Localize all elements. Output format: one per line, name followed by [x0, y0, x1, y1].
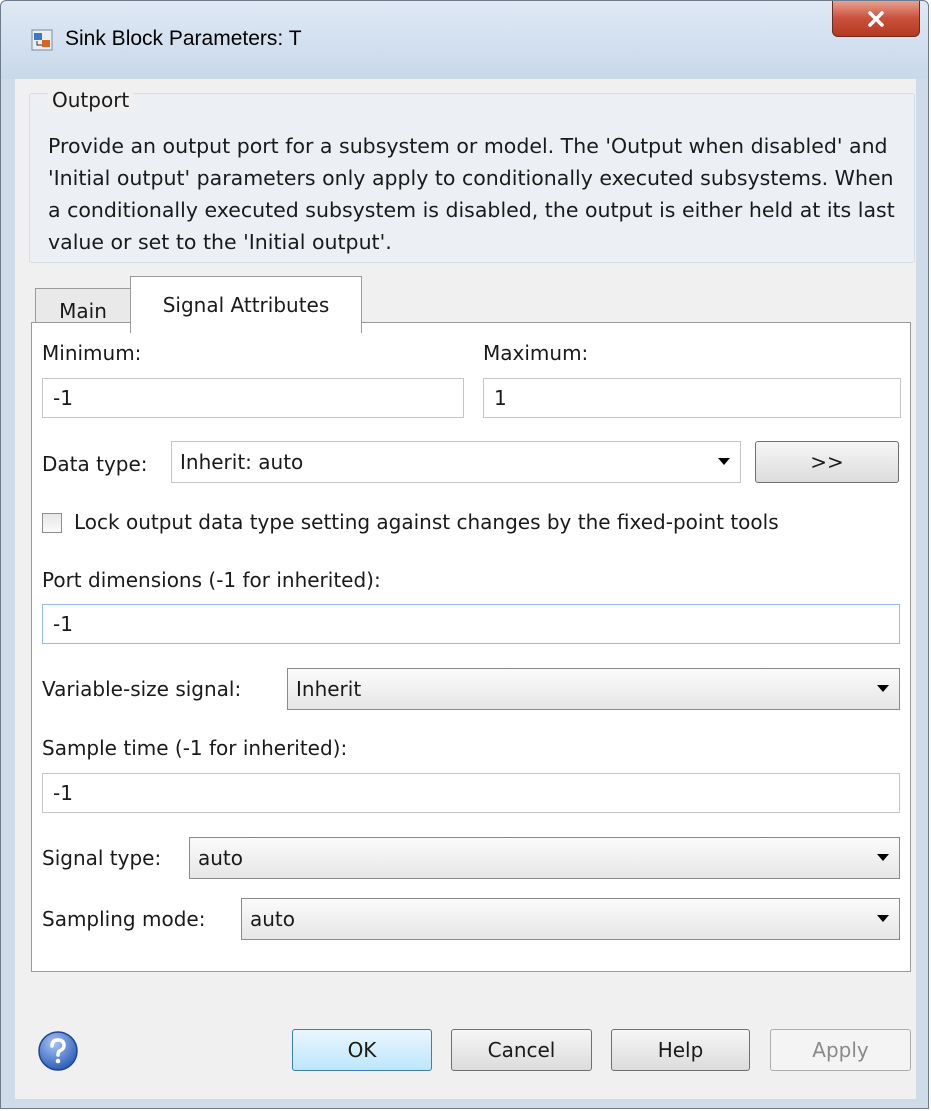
data-type-value: Inherit: auto	[180, 450, 304, 474]
window-title: Sink Block Parameters: T	[65, 27, 302, 50]
lock-data-type-checkbox[interactable]	[42, 513, 62, 533]
chevron-down-icon	[877, 915, 889, 922]
simulink-block-icon	[31, 29, 53, 51]
variable-size-label: Variable-size signal:	[42, 677, 242, 701]
sampling-mode-select[interactable]: auto	[241, 898, 900, 940]
signal-type-select[interactable]: auto	[189, 837, 900, 879]
chevron-down-icon	[718, 458, 730, 465]
minimum-label: Minimum:	[42, 341, 142, 365]
port-dimensions-input[interactable]: -1	[42, 604, 900, 644]
help-question-icon[interactable]	[37, 1030, 79, 1072]
help-button[interactable]: Help	[611, 1029, 750, 1071]
sampling-mode-label: Sampling mode:	[42, 907, 206, 931]
description-group: Outport Provide an output port for a sub…	[29, 88, 915, 263]
chevron-down-icon	[877, 854, 889, 861]
close-button[interactable]	[832, 1, 920, 37]
data-type-label: Data type:	[42, 452, 148, 476]
maximum-label: Maximum:	[483, 341, 589, 365]
signal-type-value: auto	[198, 846, 244, 870]
dialog-window: Sink Block Parameters: T Outport Provide…	[0, 0, 929, 1109]
apply-button[interactable]: Apply	[770, 1029, 911, 1071]
block-description: Provide an output port for a subsystem o…	[48, 134, 895, 254]
group-title: Outport	[48, 88, 134, 112]
minimum-input[interactable]: -1	[42, 378, 464, 418]
lock-data-type-label: Lock output data type setting against ch…	[74, 510, 779, 534]
data-type-combo[interactable]: Inherit: auto	[171, 441, 741, 483]
cancel-button[interactable]: Cancel	[451, 1029, 592, 1071]
signal-type-label: Signal type:	[42, 846, 162, 870]
ok-button[interactable]: OK	[292, 1029, 432, 1071]
port-dimensions-label: Port dimensions (-1 for inherited):	[42, 568, 381, 592]
chevron-down-icon	[877, 685, 889, 692]
maximum-input[interactable]: 1	[483, 378, 901, 418]
dialog-client-area: Outport Provide an output port for a sub…	[15, 79, 916, 1099]
sampling-mode-value: auto	[250, 907, 296, 931]
close-icon	[868, 10, 884, 27]
tab-signal-attributes[interactable]: Signal Attributes	[130, 276, 362, 333]
sample-time-label: Sample time (-1 for inherited):	[42, 736, 348, 760]
variable-size-value: Inherit	[296, 677, 362, 701]
signal-attributes-panel: Minimum: Maximum: -1 1 Data type: Inheri…	[31, 322, 911, 972]
data-type-assistant-button[interactable]: >>	[755, 441, 899, 483]
sample-time-input[interactable]: -1	[42, 773, 900, 813]
title-bar[interactable]: Sink Block Parameters: T	[1, 1, 928, 79]
variable-size-select[interactable]: Inherit	[287, 668, 900, 710]
